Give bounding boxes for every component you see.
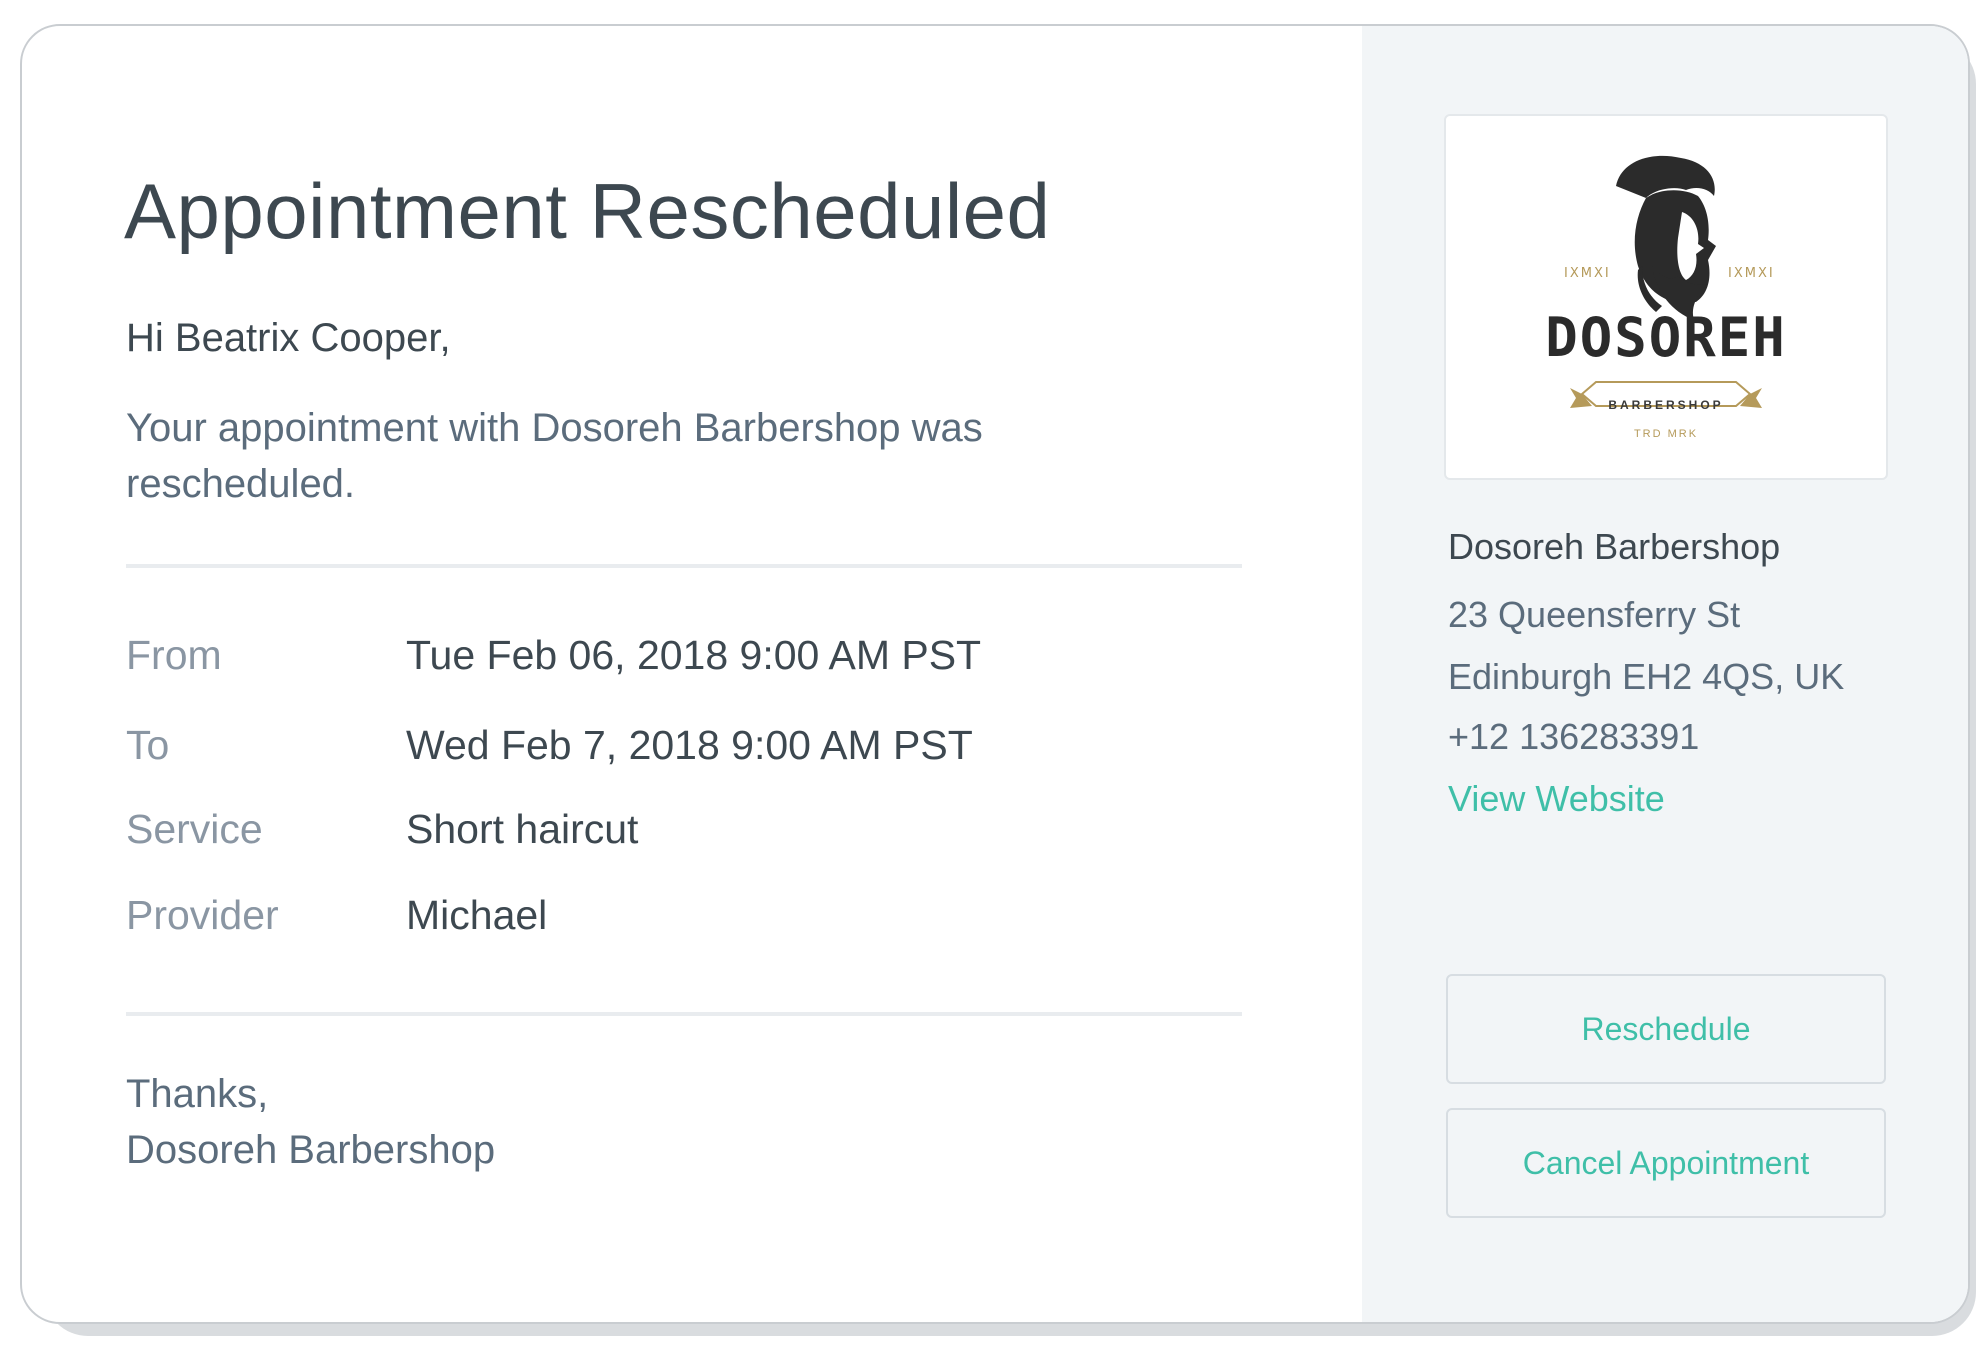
logo-ribbon-text: BARBERSHOP bbox=[1608, 398, 1724, 412]
signoff: Thanks, Dosoreh Barbershop bbox=[126, 1066, 495, 1178]
page-title: Appointment Rescheduled bbox=[124, 167, 1051, 255]
detail-value: Michael bbox=[406, 892, 548, 938]
detail-value: Short haircut bbox=[406, 806, 639, 852]
view-website-link[interactable]: View Website bbox=[1448, 778, 1665, 820]
logo-roman-right: IXMXI bbox=[1728, 266, 1775, 281]
greeting: Hi Beatrix Cooper, bbox=[126, 316, 451, 360]
detail-label: Service bbox=[126, 806, 263, 852]
business-name: Dosoreh Barbershop bbox=[1448, 526, 1781, 567]
business-address-line1: 23 Queensferry St bbox=[1448, 594, 1741, 635]
business-address-line2: Edinburgh EH2 4QS, UK bbox=[1448, 656, 1845, 697]
detail-label: To bbox=[126, 722, 170, 768]
reschedule-message: Your appointment with Dosoreh Barbershop… bbox=[126, 406, 983, 506]
signoff-thanks: Thanks, bbox=[126, 1072, 269, 1116]
business-logo: IXMXI IXMXI DOSOREH BARBERSHOP TRD MRK bbox=[1444, 114, 1888, 480]
signoff-business: Dosoreh Barbershop bbox=[126, 1128, 496, 1172]
email-card: Appointment Rescheduled Hi Beatrix Coope… bbox=[20, 24, 1970, 1324]
business-phone: +12 136283391 bbox=[1448, 716, 1700, 757]
divider-bottom bbox=[126, 1012, 1242, 1016]
cancel-appointment-button[interactable]: Cancel Appointment bbox=[1446, 1108, 1886, 1218]
logo-wordmark: DOSOREH bbox=[1545, 306, 1787, 369]
email-content: Appointment Rescheduled Hi Beatrix Coope… bbox=[22, 26, 1362, 1322]
barber-head-icon bbox=[1570, 155, 1762, 408]
detail-value: Wed Feb 7, 2018 9:00 AM PST bbox=[406, 722, 973, 768]
divider-top bbox=[126, 564, 1242, 568]
detail-label: Provider bbox=[126, 892, 279, 938]
detail-label: From bbox=[126, 632, 222, 678]
detail-value: Tue Feb 06, 2018 9:00 AM PST bbox=[406, 632, 982, 678]
logo-roman-left: IXMXI bbox=[1564, 266, 1611, 281]
reschedule-button[interactable]: Reschedule bbox=[1446, 974, 1886, 1084]
business-sidebar: IXMXI IXMXI DOSOREH BARBERSHOP TRD MRK D… bbox=[1362, 26, 1968, 1322]
logo-trademark: TRD MRK bbox=[1633, 428, 1699, 440]
